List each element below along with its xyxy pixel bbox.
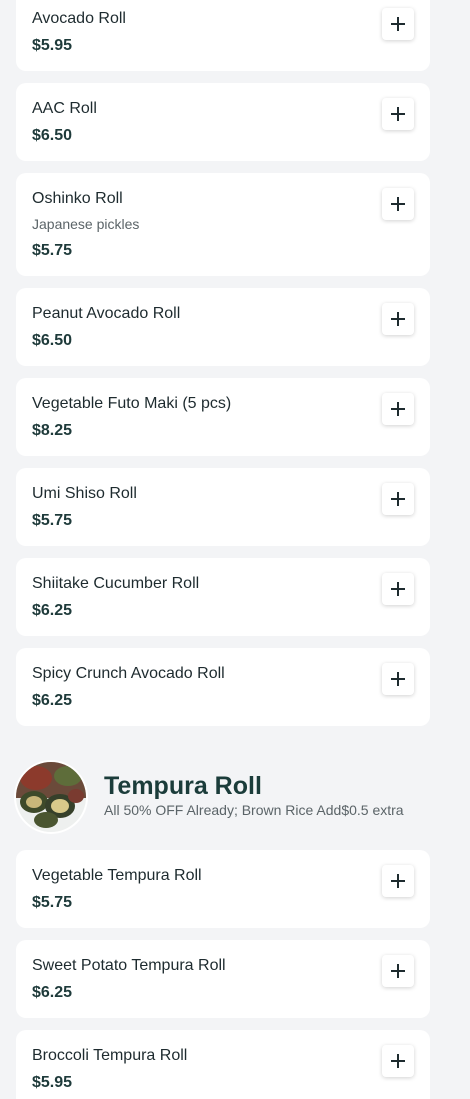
add-item-button[interactable] [382,188,414,220]
add-item-button[interactable] [382,663,414,695]
add-item-button[interactable] [382,1045,414,1077]
menu-item-card[interactable]: Vegetable Futo Maki (5 pcs) $8.25 [16,378,430,456]
menu-item-card[interactable]: Shiitake Cucumber Roll $6.25 [16,558,430,636]
menu-item-card[interactable]: Avocado Roll $5.95 [16,0,430,71]
item-price: $5.95 [32,37,73,54]
item-description: Japanese pickles [32,216,140,232]
plus-icon [391,312,405,326]
plus-icon [391,672,405,686]
add-item-button[interactable] [382,8,414,40]
item-price: $6.50 [32,332,73,349]
item-price: $6.25 [32,984,73,1001]
plus-icon [391,17,405,31]
add-item-button[interactable] [382,955,414,987]
plus-icon [391,107,405,121]
tempura-roll-photo-icon [16,762,86,832]
menu-item-card[interactable]: Oshinko Roll Japanese pickles $5.75 [16,173,430,276]
category-subtitle: All 50% OFF Already; Brown Rice Add$0.5 … [104,802,404,818]
tempura-roll-photo [16,762,86,832]
item-price: $5.75 [32,512,73,529]
item-price: $5.75 [32,894,73,911]
plus-icon [391,197,405,211]
menu-item-card[interactable]: Vegetable Tempura Roll $5.75 [16,850,430,928]
category-header: Tempura Roll All 50% OFF Already; Brown … [16,762,430,834]
item-price: $6.25 [32,692,73,709]
plus-icon [391,402,405,416]
add-item-button[interactable] [382,573,414,605]
item-name: Avocado Roll [32,10,126,27]
add-item-button[interactable] [382,865,414,897]
menu-item-card[interactable]: Broccoli Tempura Roll $5.95 [16,1030,430,1099]
add-item-button[interactable] [382,483,414,515]
add-item-button[interactable] [382,98,414,130]
plus-icon [391,1054,405,1068]
add-item-button[interactable] [382,393,414,425]
add-item-button[interactable] [382,303,414,335]
item-name: Spicy Crunch Avocado Roll [32,665,225,682]
menu-item-card[interactable]: Peanut Avocado Roll $6.50 [16,288,430,366]
plus-icon [391,964,405,978]
menu-item-card[interactable]: AAC Roll $6.50 [16,83,430,161]
item-name: AAC Roll [32,100,97,117]
item-price: $8.25 [32,422,73,439]
menu-item-card[interactable]: Sweet Potato Tempura Roll $6.25 [16,940,430,1018]
menu-item-card[interactable]: Umi Shiso Roll $5.75 [16,468,430,546]
item-name: Shiitake Cucumber Roll [32,575,200,592]
item-name: Umi Shiso Roll [32,485,137,502]
menu-item-card[interactable]: Spicy Crunch Avocado Roll $6.25 [16,648,430,726]
plus-icon [391,492,405,506]
item-name: Broccoli Tempura Roll [32,1047,188,1064]
item-name: Peanut Avocado Roll [32,305,181,322]
item-name: Oshinko Roll [32,190,123,207]
item-name: Vegetable Futo Maki (5 pcs) [32,395,232,412]
plus-icon [391,874,405,888]
item-price: $5.95 [32,1074,73,1091]
item-name: Sweet Potato Tempura Roll [32,957,226,974]
item-price: $5.75 [32,242,73,259]
item-price: $6.25 [32,602,73,619]
plus-icon [391,582,405,596]
item-price: $6.50 [32,127,73,144]
item-name: Vegetable Tempura Roll [32,867,202,884]
category-title: Tempura Roll [104,772,262,800]
